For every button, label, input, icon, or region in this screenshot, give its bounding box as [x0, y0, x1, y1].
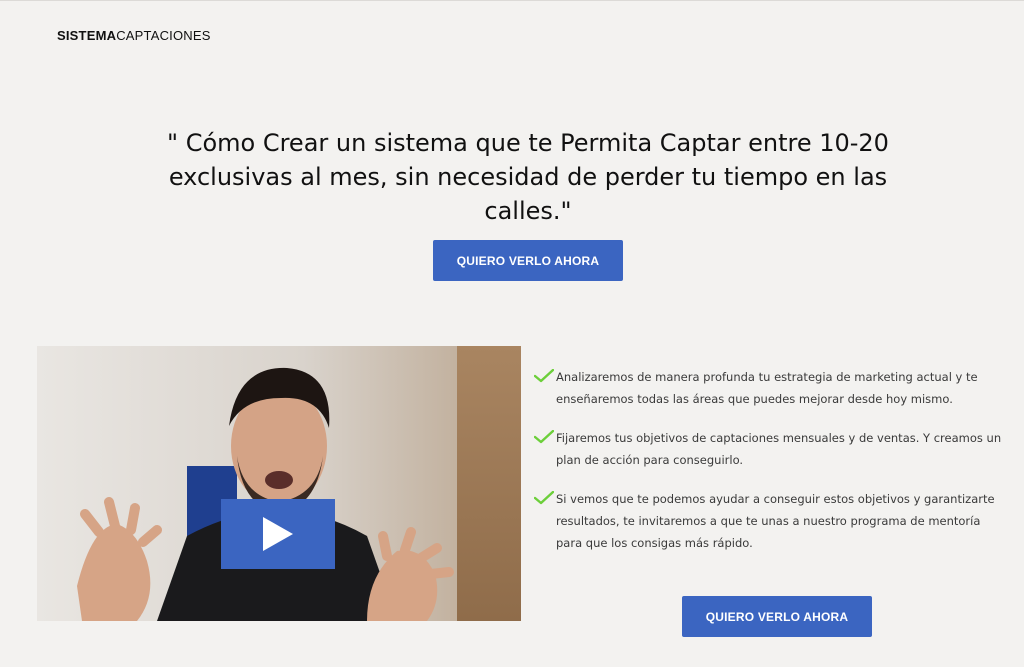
play-icon	[263, 517, 293, 551]
logo-light-text: CAPTACIONES	[116, 28, 211, 43]
benefit-item: Analizaremos de manera profunda tu estra…	[534, 366, 1004, 410]
benefit-text: Si vemos que te podemos ayudar a consegu…	[556, 492, 995, 550]
benefit-text: Analizaremos de manera profunda tu estra…	[556, 370, 978, 406]
logo-bold-text: SISTEMA	[57, 28, 117, 43]
check-icon	[534, 369, 554, 383]
hero-headline: " Cómo Crear un sistema que te Permita C…	[167, 129, 889, 225]
benefit-item: Fijaremos tus objetivos de captaciones m…	[534, 427, 1004, 471]
brand-logo[interactable]: SISTEMACAPTACIONES	[57, 28, 211, 43]
video-thumbnail	[37, 346, 521, 621]
benefit-text: Fijaremos tus objetivos de captaciones m…	[556, 431, 1002, 467]
check-icon	[534, 491, 554, 505]
benefits-cta-button[interactable]: QUIERO VERLO AHORA	[682, 596, 872, 637]
benefits-list: Analizaremos de manera profunda tu estra…	[534, 366, 1004, 571]
video-play-button[interactable]	[221, 499, 335, 569]
video-player[interactable]	[37, 346, 521, 621]
hero-cta-button[interactable]: QUIERO VERLO AHORA	[433, 240, 623, 281]
benefit-item: Si vemos que te podemos ayudar a consegu…	[534, 488, 1004, 554]
top-divider	[0, 0, 1024, 1]
check-icon	[534, 430, 554, 444]
